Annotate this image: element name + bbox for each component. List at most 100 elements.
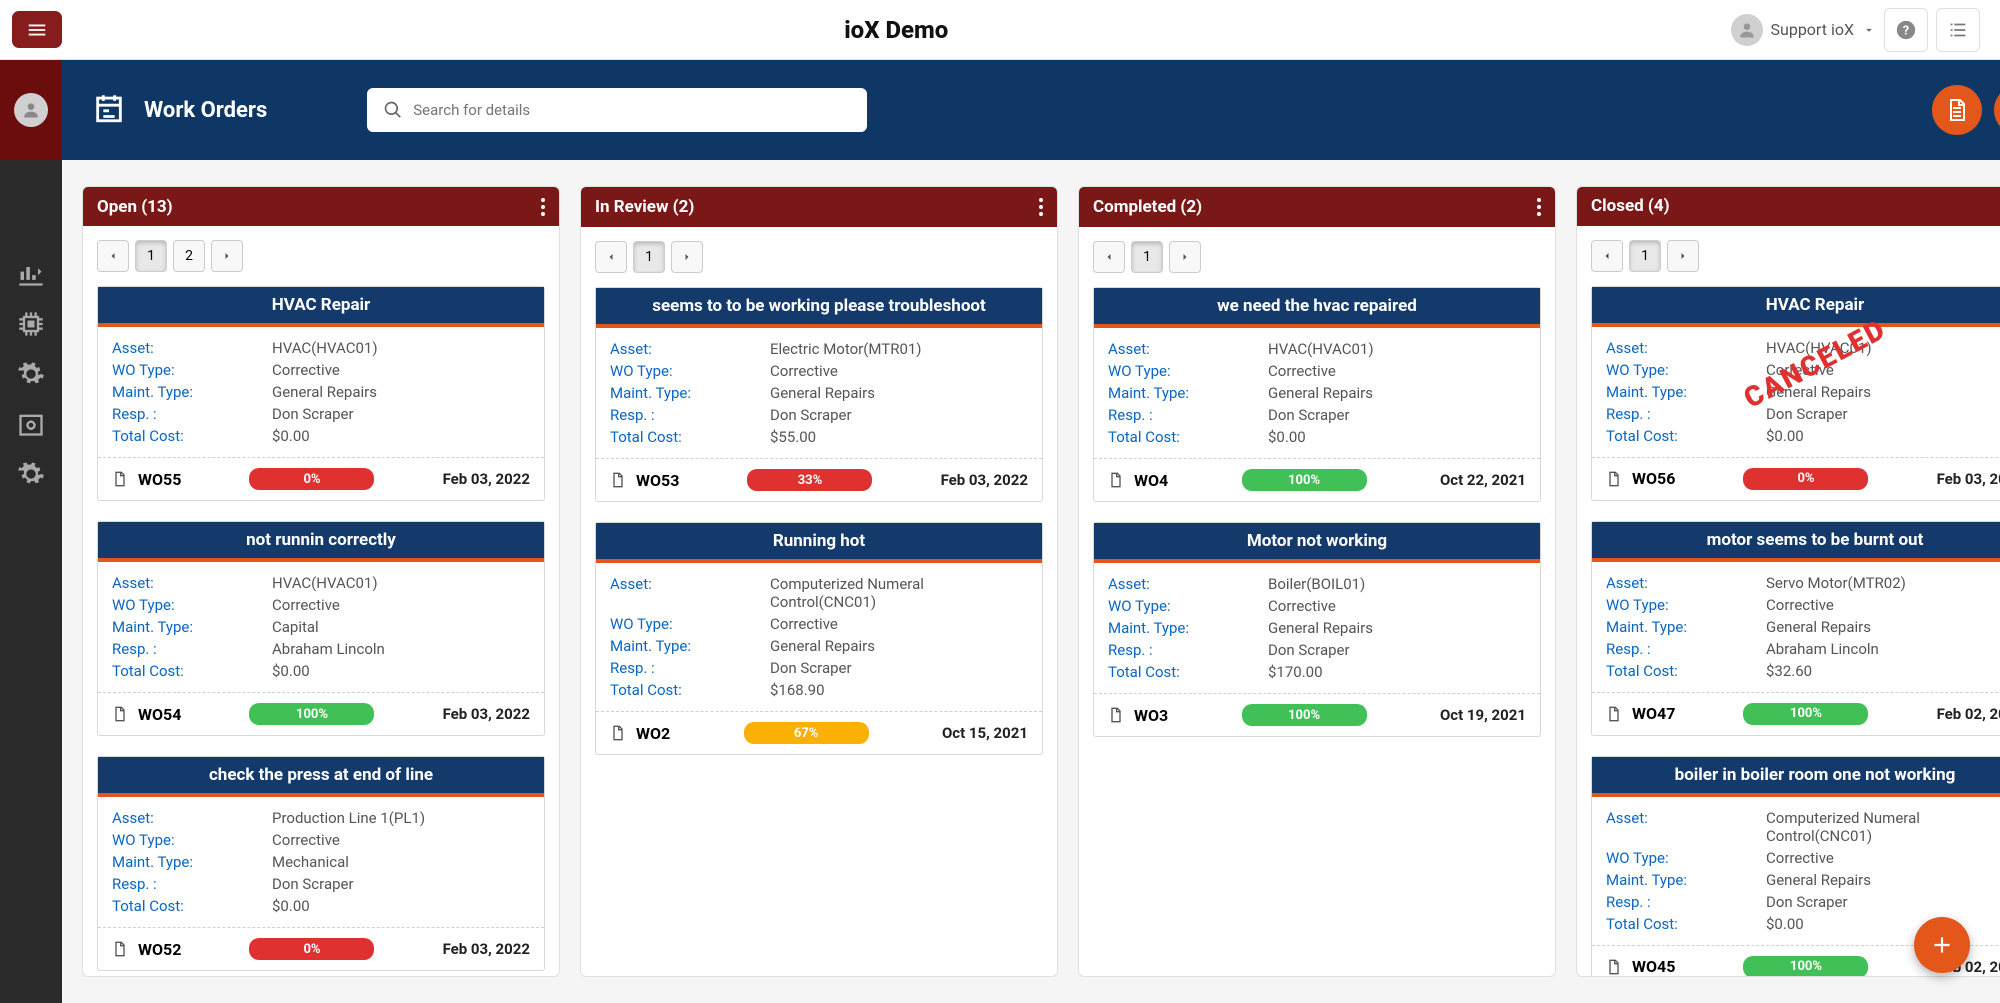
page-button[interactable]: 1	[1131, 241, 1163, 273]
maint-type-value: Mechanical	[272, 853, 530, 871]
work-order-card[interactable]: we need the hvac repaired Asset:HVAC(HVA…	[1093, 287, 1541, 502]
work-order-card[interactable]: not runnin correctly Asset:HVAC(HVAC01) …	[97, 521, 545, 736]
field-label: Resp. :	[1108, 406, 1268, 424]
work-order-card[interactable]: check the press at end of line Asset:Pro…	[97, 756, 545, 971]
page-button[interactable]: 1	[135, 240, 167, 272]
page-button[interactable]: 1	[633, 241, 665, 273]
wo-id: WO47	[1632, 704, 1675, 723]
gear-icon[interactable]	[17, 360, 45, 388]
wo-id: WO54	[138, 705, 181, 724]
page-button[interactable]: 2	[173, 240, 205, 272]
user-name[interactable]: Support ioX	[1771, 20, 1854, 39]
maint-type-value: General Repairs	[1766, 383, 2000, 401]
rail-top	[0, 60, 62, 160]
wo-id: WO45	[1632, 957, 1675, 976]
field-label: Total Cost:	[1606, 915, 1766, 933]
help-button[interactable]: ?	[1884, 8, 1928, 52]
menu-button[interactable]	[12, 11, 62, 48]
maint-type-value: General Repairs	[272, 383, 530, 401]
cost-value: $55.00	[770, 428, 1028, 446]
card-list: HVAC Repair Asset:HVAC(HVAC01) WO Type:C…	[83, 286, 559, 976]
card-date: Oct 22, 2021	[1440, 471, 1526, 489]
page-button[interactable]: 1	[1629, 240, 1661, 272]
file-icon	[1108, 707, 1124, 723]
file-icon	[1606, 706, 1622, 722]
column-menu[interactable]	[1039, 198, 1043, 216]
card-date: Feb 03, 2022	[443, 470, 530, 488]
settings-icon[interactable]	[17, 460, 45, 488]
column-header: In Review (2)	[581, 187, 1057, 227]
field-label: Maint. Type:	[112, 383, 272, 401]
page-prev[interactable]	[595, 241, 627, 273]
pager: 1	[581, 227, 1057, 287]
progress-badge: 100%	[1743, 956, 1868, 977]
asset-value: HVAC(HVAC01)	[272, 339, 530, 357]
wo-type-value: Corrective	[1766, 596, 2000, 614]
maint-type-value: General Repairs	[770, 637, 1028, 655]
chip-icon[interactable]	[17, 310, 45, 338]
field-label: Asset:	[112, 339, 272, 357]
list-icon	[1947, 19, 1969, 41]
profile-avatar[interactable]	[14, 93, 48, 127]
field-label: WO Type:	[112, 596, 272, 614]
document-button[interactable]	[1932, 85, 1982, 135]
cost-value: $168.90	[770, 681, 1028, 699]
resp-value: Don Scraper	[770, 659, 1028, 677]
field-label: WO Type:	[112, 361, 272, 379]
page-next[interactable]	[1667, 240, 1699, 272]
page-next[interactable]	[671, 241, 703, 273]
work-order-card[interactable]: motor seems to be burnt out Asset:Servo …	[1591, 521, 2000, 736]
wo-type-value: Corrective	[272, 831, 530, 849]
card-date: Feb 03, 2022	[443, 705, 530, 723]
field-label: Maint. Type:	[1606, 618, 1766, 636]
search-box[interactable]	[367, 88, 867, 132]
user-avatar[interactable]	[1731, 14, 1763, 46]
field-label: Maint. Type:	[610, 384, 770, 402]
field-label: WO Type:	[1606, 596, 1766, 614]
chevron-down-icon[interactable]	[1862, 23, 1876, 37]
asset-value: Boiler(BOIL01)	[1268, 575, 1526, 593]
page-next[interactable]	[211, 240, 243, 272]
work-order-card[interactable]: CANCELED HVAC Repair Asset:HVAC(HVAC01) …	[1591, 286, 2000, 501]
resp-value: Don Scraper	[1268, 406, 1526, 424]
cost-value: $0.00	[272, 897, 530, 915]
wo-type-value: Corrective	[1268, 362, 1526, 380]
wo-type-value: Corrective	[272, 361, 530, 379]
progress-badge: 100%	[1242, 469, 1367, 491]
search-input[interactable]	[413, 101, 851, 119]
work-order-card[interactable]: HVAC Repair Asset:HVAC(HVAC01) WO Type:C…	[97, 286, 545, 501]
page-prev[interactable]	[97, 240, 129, 272]
page-prev[interactable]	[1093, 241, 1125, 273]
field-label: WO Type:	[1108, 362, 1268, 380]
work-order-card[interactable]: seems to to be working please troublesho…	[595, 287, 1043, 502]
add-fab[interactable]	[1914, 917, 1970, 973]
page-next[interactable]	[1169, 241, 1201, 273]
field-label: Total Cost:	[610, 681, 770, 699]
app-title: ioX Demo	[844, 16, 948, 44]
refresh-button[interactable]	[1994, 85, 2000, 135]
page-prev[interactable]	[1591, 240, 1623, 272]
kanban-board: Open (13) 12 HVAC Repair Asset:HVAC(HVAC…	[62, 160, 2000, 1003]
column-menu[interactable]	[1537, 198, 1541, 216]
column-title: Closed (4)	[1591, 196, 1670, 216]
field-label: Asset:	[112, 574, 272, 592]
kanban-column: Open (13) 12 HVAC Repair Asset:HVAC(HVAC…	[82, 186, 560, 977]
card-title: HVAC Repair	[1592, 287, 2000, 323]
column-menu[interactable]	[541, 198, 545, 216]
pager: 12	[83, 226, 559, 286]
nav-rail	[0, 60, 62, 1003]
field-label: Resp. :	[112, 405, 272, 423]
work-order-card[interactable]: Running hot Asset:Computerized Numeral C…	[595, 522, 1043, 755]
asset-value: Computerized Numeral Control(CNC01)	[770, 575, 1028, 611]
work-order-card[interactable]: Motor not working Asset:Boiler(BOIL01) W…	[1093, 522, 1541, 737]
gear-calendar-icon[interactable]	[17, 410, 45, 438]
file-icon	[1606, 471, 1622, 487]
field-label: Total Cost:	[1108, 428, 1268, 446]
progress-badge: 100%	[1743, 703, 1868, 725]
card-title: we need the hvac repaired	[1094, 288, 1540, 324]
topbar: ioX Demo Support ioX ?	[0, 0, 2000, 60]
card-date: Feb 03, 2022	[443, 940, 530, 958]
list-view-button[interactable]	[1936, 8, 1980, 52]
card-title: check the press at end of line	[98, 757, 544, 793]
analytics-icon[interactable]	[17, 260, 45, 288]
